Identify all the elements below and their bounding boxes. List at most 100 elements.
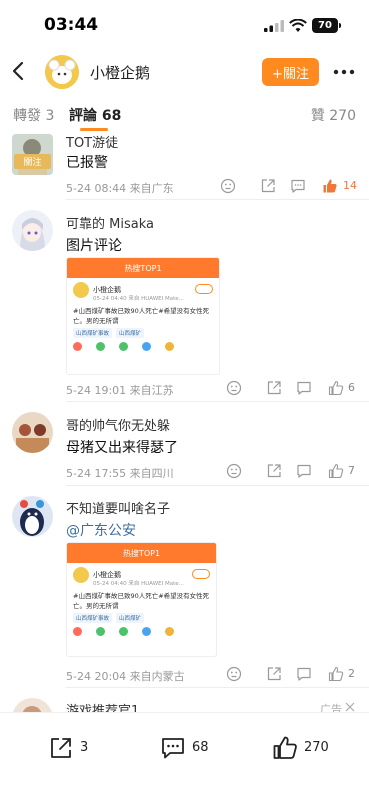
status-bar: 03:44 70 [0, 0, 369, 50]
rat-avatar-icon [45, 55, 79, 89]
commenter-avatar[interactable] [12, 210, 53, 251]
screenshot-avatar [73, 282, 89, 298]
screenshot-tag: 山西煤矿事故 [73, 613, 113, 623]
screenshot-icon [119, 627, 128, 636]
screenshot-icons [73, 627, 210, 636]
comment-item: 哥的帅气你无处躲 母猪又出来得瑟了 5-24 17:55 来自四川 7 [0, 402, 369, 486]
anime-avatar-icon [12, 210, 53, 251]
like-count: 2 [348, 667, 355, 680]
commenter-name[interactable]: 可靠的 Misaka [66, 213, 154, 232]
tab-bar: 轉發 3 評論 68 贊 270 [0, 98, 369, 132]
screenshot-icon [165, 342, 174, 351]
repost-icon [51, 738, 71, 758]
battery-icon: 70 [312, 18, 338, 33]
emoji-react-icon[interactable] [226, 380, 242, 396]
screenshot-body: 小橙企鹅 05-24 04:40 来自 HUAWEI Mate... #山西煤矿… [67, 278, 219, 355]
reply-icon[interactable] [296, 463, 312, 479]
comment-image[interactable]: 热搜TOP1 小橙企鹅 05-24 04:40 来自 HUAWEI Mate..… [66, 542, 217, 657]
screenshot-icon [142, 627, 151, 636]
share-icon[interactable] [266, 380, 282, 396]
penguin-avatar-icon [12, 496, 53, 537]
more-options-icon[interactable] [333, 69, 355, 75]
screenshot-header: 热搜TOP1 [67, 258, 219, 278]
tab-comments[interactable]: 評論 68 [69, 105, 121, 125]
like-count: 6 [348, 381, 355, 394]
screenshot-header: 热搜TOP1 [67, 543, 216, 563]
reply-icon[interactable] [296, 380, 312, 396]
comment-item: 可靠的 Misaka 图片评论 热搜TOP1 小橙企鹅 05-24 04:40 … [0, 200, 369, 402]
commenter-name[interactable]: TOT游徒 [66, 132, 118, 151]
follow-badge[interactable]: 關注 [14, 154, 51, 169]
share-icon[interactable] [266, 463, 282, 479]
like-count: 14 [343, 179, 357, 192]
group-avatar-icon [12, 412, 53, 453]
battery-level: 70 [318, 20, 332, 31]
tab-reposts[interactable]: 轉發 3 [13, 105, 54, 125]
bottom-action-bar: 3 68 270 [0, 712, 369, 800]
screenshot-tag: 山西煤矿 [116, 328, 145, 338]
screenshot-meta: 05-24 04:40 来自 HUAWEI Mate... [93, 296, 184, 302]
comment-button[interactable]: 68 [160, 735, 220, 761]
screenshot-text: #山西煤矿事故已致90人死亡#希望没有女性死亡。男的无所谓 [73, 307, 210, 325]
reply-icon[interactable] [296, 666, 312, 682]
close-icon[interactable] [345, 702, 355, 712]
reply-icon[interactable] [290, 178, 306, 194]
screenshot-icon [73, 627, 82, 636]
repost-button[interactable]: 3 [48, 735, 108, 761]
screenshot-author-name: 小橙企鹅 [93, 286, 121, 294]
author-name[interactable]: 小橙企鹅 [90, 62, 150, 83]
screenshot-body: 小橙企鹅 05-24 04:40 来自 HUAWEI Mate... #山西煤矿… [67, 563, 216, 640]
comment-text: 图片评论 [66, 238, 122, 254]
follow-button[interactable]: +關注 [262, 58, 319, 86]
share-icon[interactable] [266, 666, 282, 682]
comment-actions: 7 [218, 463, 358, 479]
emoji-react-icon[interactable] [226, 463, 242, 479]
thumb-up-icon [273, 736, 297, 759]
commenter-avatar[interactable] [12, 496, 53, 537]
tab-likes[interactable]: 贊 270 [311, 105, 356, 125]
status-time: 03:44 [44, 15, 99, 35]
comment-text: 已报警 [66, 155, 108, 171]
screenshot-follow [192, 569, 210, 579]
commenter-name[interactable]: 哥的帅气你无处躲 [66, 415, 170, 434]
thumb-up-icon[interactable] [328, 380, 344, 396]
thumb-up-icon[interactable] [328, 666, 344, 682]
share-icon[interactable] [260, 178, 276, 194]
battery-tip [339, 23, 341, 28]
screenshot-icon [119, 342, 128, 351]
comment-count: 68 [192, 740, 209, 755]
screenshot-tag: 山西煤矿 [116, 613, 145, 623]
author-avatar[interactable] [45, 55, 79, 89]
screenshot-tags: 山西煤矿事故 山西煤矿 [73, 613, 210, 623]
comment-meta: 5-24 20:04 来自内蒙古 [66, 670, 185, 683]
like-button[interactable]: 270 [272, 735, 342, 761]
commenter-name[interactable]: 不知道要叫啥名子 [66, 498, 170, 517]
emoji-react-icon[interactable] [226, 666, 242, 682]
comment-icon [162, 738, 184, 759]
screenshot-icon [165, 627, 174, 636]
back-arrow-icon[interactable] [10, 60, 26, 82]
comment-meta: 5-24 08:44 来自广东 [66, 182, 174, 195]
screenshot-meta: 05-24 04:40 来自 HUAWEI Mate... [93, 581, 184, 587]
comment-actions: 6 [218, 380, 358, 396]
screenshot-author-name: 小橙企鹅 [93, 571, 121, 579]
screenshot-icon [96, 342, 105, 351]
comment-text[interactable]: @广东公安 [66, 520, 136, 540]
wifi-icon [289, 19, 307, 32]
nav-bar: 小橙企鹅 +關注 [0, 50, 369, 94]
comment-actions: 2 [218, 666, 358, 682]
comment-image[interactable]: 热搜TOP1 小橙企鹅 05-24 04:40 来自 HUAWEI Mate..… [66, 257, 220, 375]
screenshot-icon [142, 342, 151, 351]
like-count: 270 [304, 740, 329, 755]
repost-count: 3 [80, 740, 89, 755]
comment-actions: 14 [218, 178, 358, 194]
screenshot-icon [96, 627, 105, 636]
emoji-react-icon[interactable] [220, 178, 236, 194]
screenshot-tags: 山西煤矿事故 山西煤矿 [73, 328, 213, 338]
thumb-up-icon[interactable] [328, 463, 344, 479]
cellular-signal-icon [264, 20, 284, 32]
screenshot-text: #山西煤矿事故已致90人死亡#希望没有女性死亡。男的无所谓 [73, 592, 210, 610]
comment-meta: 5-24 19:01 来自江苏 [66, 384, 174, 397]
commenter-avatar[interactable] [12, 412, 53, 453]
liked-thumb-icon[interactable] [322, 178, 338, 194]
